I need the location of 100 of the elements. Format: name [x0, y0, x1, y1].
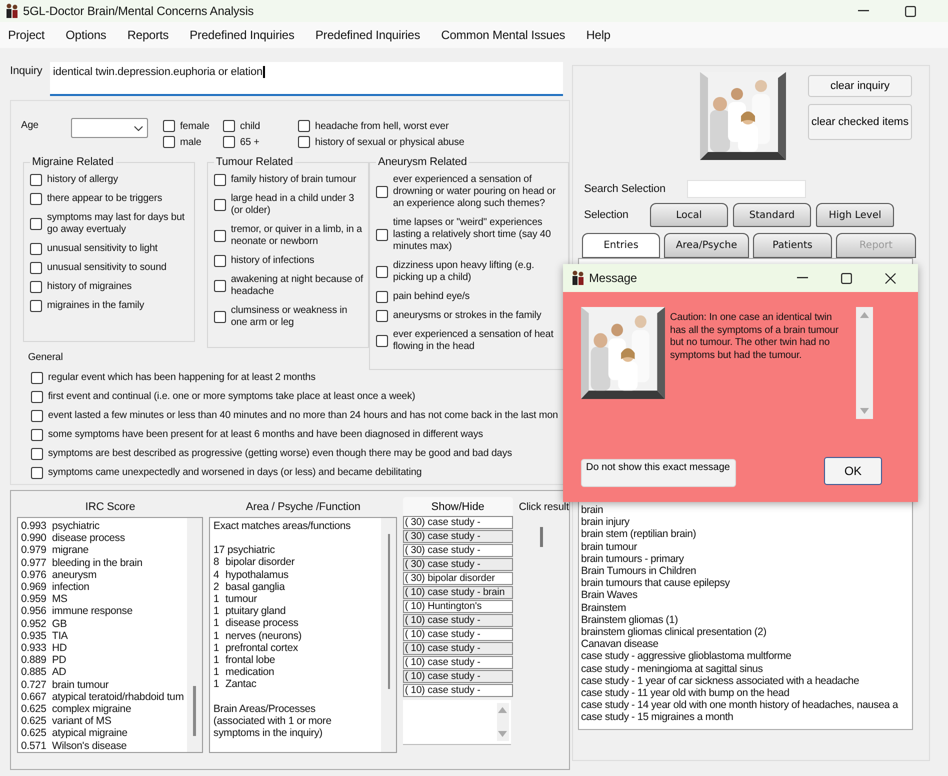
checkbox-label: history of sexual or physical abuse	[315, 136, 464, 148]
checkbox-label: migraines in the family	[47, 300, 146, 312]
checkbox-label: awakening at night because of headache	[230, 274, 364, 298]
score-name: Wilson's disease	[52, 740, 127, 752]
score-name: variant of MS	[52, 715, 112, 728]
checkbox-label: unusual sensitivity to sound	[47, 262, 168, 274]
checkbox-label: history of infections	[230, 255, 316, 267]
score-name: atypical migraine	[52, 727, 128, 740]
match-count: 1	[213, 617, 220, 630]
score-value: 0.625	[21, 715, 48, 728]
match-name: psychiatric	[227, 544, 275, 556]
match-count: 1	[213, 654, 220, 666]
score-name: GB	[52, 618, 67, 630]
group-title: Tumour Related	[214, 156, 294, 168]
checkbox-label: ever experienced a sensation of drowning or water pouring on head or an experience along such themes?	[393, 174, 557, 210]
score-value: 0.933	[21, 642, 48, 654]
match-name: medication	[225, 666, 274, 678]
score-name: atypical teratoid/rhabdoid tum	[52, 690, 184, 704]
window-title: 5GL-Doctor Brain/Mental Concerns Analysis	[23, 4, 254, 18]
score-value: 0.952	[21, 618, 48, 630]
score-name: complex migraine	[52, 703, 132, 716]
inquiry-label: Inquiry	[10, 65, 44, 77]
score-value: 0.977	[21, 556, 48, 569]
checkbox-label: clumsiness or weakness in one arm or leg	[230, 305, 348, 329]
score-name: disease process	[52, 532, 125, 544]
checkbox-label: dizziness upon heavy lifting (e.g. picking up a child)	[393, 260, 536, 284]
score-value: 0.625	[21, 703, 48, 716]
score-value: 0.571	[21, 740, 48, 752]
score-value: 0.979	[21, 544, 48, 557]
score-value: 0.889	[21, 654, 48, 666]
checkbox-label: first event and continual (i.e. one or more symptoms take place at least once a week)	[48, 390, 416, 403]
score-name: MS	[52, 593, 68, 606]
match-name: basal ganglia	[225, 580, 285, 594]
score-name: aneurysm	[52, 568, 97, 582]
score-value: 0.969	[21, 581, 48, 594]
checkbox-label: aneurysms or strokes in the family	[393, 310, 542, 322]
match-count: 1	[213, 630, 220, 642]
column-header: IRC Score	[84, 500, 136, 515]
score-name: infection	[52, 581, 90, 594]
checkbox-label: large head in a child under 3 (or older)	[230, 193, 356, 217]
checkbox-label: history of migraines	[47, 281, 133, 293]
match-count: 1	[213, 593, 220, 606]
dialog-title: Message	[589, 271, 637, 285]
message-text: Caution: In one case an identical twin has all the symptoms of a brain tumour but no tumour. The other twin had no symptoms but had the tumour.	[670, 312, 840, 362]
selection-label: Selection	[584, 209, 630, 221]
checkbox-label: there appear to be triggers	[47, 193, 164, 205]
score-value: 0.959	[21, 593, 48, 606]
checkbox-label: tremor, or quiver in a limb, in a neonate or newborn	[230, 224, 364, 248]
score-value: 0.885	[21, 666, 48, 679]
score-value: 0.727	[21, 678, 48, 691]
score-name: HD	[52, 642, 67, 654]
score-value: 0.990	[21, 532, 48, 544]
score-name: bleeding in the brain	[52, 556, 142, 569]
score-name: AD	[52, 666, 66, 679]
score-name: brain tumour	[52, 678, 109, 691]
column-header: Area / Psyche /Function	[244, 500, 362, 515]
search-label: Search Selection	[584, 183, 667, 195]
match-count: 1	[213, 678, 220, 691]
match-name: bipolar disorder	[225, 556, 295, 569]
checkbox-label: male	[180, 136, 202, 148]
match-count: 17	[213, 544, 226, 556]
checkbox-label: child	[240, 120, 260, 132]
checkbox-label: female	[180, 120, 210, 132]
match-name: tumour	[225, 593, 257, 606]
age-label: Age	[21, 120, 40, 131]
checkbox-label: some symptoms have been present for at least 6 months and have been diagnosed in different ways	[48, 428, 484, 441]
group-title: Aneurysm Related	[377, 156, 468, 168]
match-name: Zantac	[225, 678, 256, 691]
match-name: ptuitary gland	[225, 605, 286, 618]
checkbox-label: ever experienced a sensation of heat flowing in the head	[393, 329, 554, 353]
list-note: Brain Areas/Processes (associated with 1 or more symptoms in the inquiry)	[213, 702, 332, 740]
checkbox-label: symptoms are best described as progressive (getting worse) even though there may be good and bad days	[48, 447, 512, 460]
section-title: General	[28, 352, 63, 363]
match-name: hypothalamus	[225, 568, 288, 581]
checkbox-label: symptoms may last for days but go away evertualy	[47, 212, 186, 236]
score-value: 0.667	[21, 690, 48, 704]
score-value: 0.956	[21, 605, 48, 618]
checkbox-label: time lapses or "weird" experiences lasting a relatively short time (say 40 minutes max)	[393, 217, 552, 253]
checkbox-label: regular event which has been happening for at least 2 months	[48, 371, 316, 384]
match-name: frontal lobe	[225, 654, 275, 666]
checkbox-label: pain behind eye/s	[393, 291, 471, 303]
score-name: PD	[52, 654, 66, 666]
score-value: 0.976	[21, 568, 48, 582]
score-name: migrane	[52, 544, 89, 557]
group-title: Migraine Related	[31, 156, 115, 168]
match-name: disease process	[225, 617, 298, 630]
match-count: 4	[213, 568, 220, 581]
score-value: 0.625	[21, 727, 48, 740]
checkbox-label: headache from hell, worst ever	[315, 120, 449, 132]
checkbox-label: symptoms came unexpectedly and worsened in days (or less) and became debilitating	[48, 466, 422, 479]
score-value: 0.993	[21, 520, 48, 532]
match-count: 1	[213, 666, 220, 678]
match-count: 2	[213, 580, 220, 594]
match-count: 8	[213, 556, 220, 569]
column-header: Click result	[518, 500, 569, 515]
checkbox-label: history of allergy	[47, 174, 120, 186]
match-count: 1	[213, 642, 220, 654]
match-name: prefrontal cortex	[225, 642, 298, 654]
checkbox-label: unusual sensitivity to light	[47, 243, 159, 255]
score-name: TIA	[52, 630, 68, 642]
